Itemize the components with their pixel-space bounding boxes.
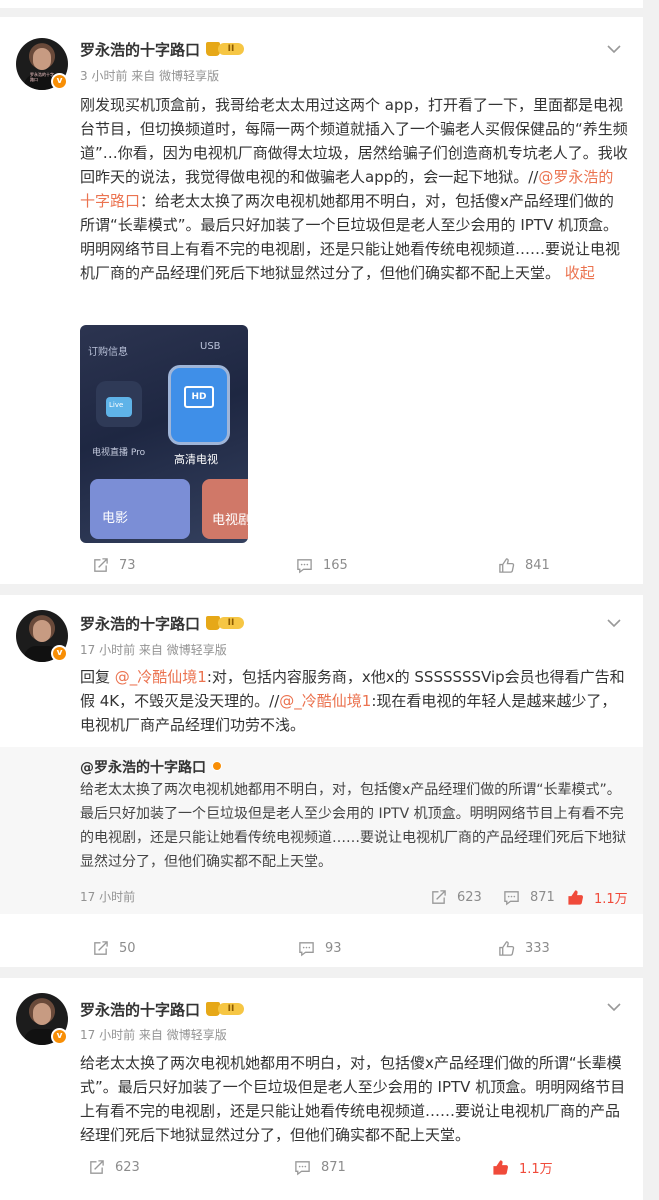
like-button[interactable]: 841	[498, 545, 550, 585]
post-source[interactable]: 微博轻享版	[159, 69, 219, 83]
quoted-like-button[interactable]: 1.1万	[567, 877, 628, 917]
thumbs-up-icon	[568, 889, 583, 905]
like-count: 333	[525, 940, 550, 956]
chevron-down-icon[interactable]	[606, 39, 622, 54]
comment-count: 165	[323, 557, 348, 573]
thumbs-up-icon	[493, 1159, 508, 1175]
hd-badge: HD	[184, 386, 214, 408]
member-crown-icon[interactable]: II	[206, 615, 244, 631]
author-name[interactable]: 罗永浩的十字路口	[80, 39, 200, 60]
image-tile-tv: 电视剧	[202, 479, 248, 539]
comment-icon	[297, 558, 312, 573]
member-level: II	[218, 43, 244, 55]
image-label-order: 订购信息	[88, 347, 128, 358]
member-level: II	[218, 617, 244, 629]
post-text: 回复 @_冷酷仙境1:对，包括内容服务商，x他x的 SSSSSSSVip会员也得…	[80, 665, 628, 737]
action-bar: 623 871 1.1万	[0, 1147, 643, 1187]
quoted-text: 给老太太换了两次电视机她都用不明白，对，包括傻x产品经理们做的所谓“长辈模式”。…	[80, 782, 626, 870]
source-prefix: 来自	[138, 1028, 163, 1042]
repost-icon	[94, 557, 108, 572]
mention-link[interactable]: @_冷酷仙境1	[115, 668, 207, 686]
previous-post-bottom	[0, 0, 643, 8]
comment-button[interactable]: 165	[296, 545, 348, 585]
like-count: 1.1万	[519, 1161, 553, 1177]
repost-button[interactable]: 623	[88, 1147, 140, 1187]
author-name[interactable]: 罗永浩的十字路口	[80, 999, 200, 1020]
post-time: 17 小时前	[80, 1028, 136, 1042]
repost-icon	[432, 889, 446, 904]
comment-count: 871	[530, 889, 555, 905]
thumbs-up-icon	[499, 940, 515, 956]
image-app2-label: 高清电视	[174, 453, 218, 466]
post-meta: 17 小时前 来自 微博轻享版	[80, 1026, 227, 1043]
member-crown-icon[interactable]: II	[206, 41, 244, 57]
post-meta: 17 小时前 来自 微博轻享版	[80, 641, 227, 658]
quoted-time: 17 小时前	[80, 890, 136, 904]
like-button[interactable]: 333	[498, 928, 550, 968]
mention-link[interactable]: @_冷酷仙境1	[279, 692, 371, 710]
repost-button[interactable]: 50	[92, 928, 136, 968]
tv-app-badge: Live	[109, 401, 124, 409]
verified-badge-icon: v	[51, 1028, 68, 1045]
repost-icon	[94, 940, 108, 955]
quoted-post[interactable]: @罗永浩的十字路口 给老太太换了两次电视机她都用不明白，对，包括傻x产品经理们做…	[0, 747, 643, 914]
post-time: 17 小时前	[80, 643, 136, 657]
comment-count: 871	[321, 1159, 346, 1175]
like-count: 841	[525, 557, 550, 573]
source-prefix: 来自	[131, 69, 156, 83]
quoted-comment-button[interactable]: 871	[503, 877, 555, 917]
post-card: v 罗永浩的十字路口 II 17 小时前 来自 微博轻享版 给老太太换了两次电视…	[0, 978, 643, 1200]
image-label-usb: USB	[200, 341, 221, 352]
thumbs-up-icon	[499, 557, 515, 573]
hd-app-icon: HD	[168, 365, 230, 445]
image-app1-label: 电视直播 Pro	[92, 448, 146, 458]
post-card: 罗永浩的十字路口 v 罗永浩的十字路口 II 3 小时前 来自 微博轻享版 刚发…	[0, 17, 643, 584]
comment-icon	[504, 890, 519, 905]
post-source[interactable]: 微博轻享版	[167, 643, 227, 657]
quoted-author[interactable]: @罗永浩的十字路口	[80, 757, 206, 777]
post-image[interactable]: 订购信息 USB Live HD 电视直播 Pro 高清电视 电影 电视剧	[80, 325, 248, 543]
source-prefix: 来自	[138, 643, 163, 657]
chevron-down-icon[interactable]	[606, 613, 622, 628]
comment-button[interactable]: 871	[294, 1147, 346, 1187]
like-button[interactable]: 1.1万	[492, 1147, 553, 1187]
repost-count: 623	[457, 889, 482, 905]
comment-icon	[295, 1160, 310, 1175]
action-bar: 73 165 841	[0, 545, 643, 585]
action-bar: 50 93 333	[0, 928, 643, 968]
comment-count: 93	[325, 940, 342, 956]
repost-button[interactable]: 73	[92, 545, 136, 585]
verified-badge-icon: v	[51, 73, 68, 90]
author-name[interactable]: 罗永浩的十字路口	[80, 613, 200, 634]
verified-badge-icon	[212, 761, 222, 771]
post-time: 3 小时前	[80, 69, 128, 83]
member-level: II	[218, 1003, 244, 1015]
repost-icon	[90, 1159, 104, 1174]
post-text-part: ：给老太太换了两次电视机她都用不明白，对，包括傻x产品经理们做的所谓“长辈模式”…	[80, 192, 621, 282]
collapse-link[interactable]: 收起	[565, 264, 595, 282]
post-source[interactable]: 微博轻享版	[167, 1028, 227, 1042]
like-count: 1.1万	[594, 891, 628, 907]
repost-count: 73	[119, 557, 136, 573]
image-tile-movie: 电影	[90, 479, 190, 539]
comment-button[interactable]: 93	[298, 928, 342, 968]
quoted-repost-button[interactable]: 623	[430, 877, 482, 917]
repost-count: 50	[119, 940, 136, 956]
reply-prefix: 回复	[80, 668, 115, 686]
post-text: 给老太太换了两次电视机她都用不明白，对，包括傻x产品经理们做的所谓“长辈模式”。…	[80, 1054, 626, 1144]
tv-app-icon: Live	[96, 381, 142, 427]
post-text: 刚发现买机顶盒前，我哥给老太太用过这两个 app，打开看了一下，里面都是电视台节…	[80, 93, 628, 285]
member-crown-icon[interactable]: II	[206, 1001, 244, 1017]
repost-count: 623	[115, 1159, 140, 1175]
tile-label: 电影	[102, 511, 129, 526]
post-card: v 罗永浩的十字路口 II 17 小时前 来自 微博轻享版 回复 @_冷酷仙境1…	[0, 595, 643, 967]
post-meta: 3 小时前 来自 微博轻享版	[80, 67, 219, 84]
chevron-down-icon[interactable]	[606, 997, 622, 1012]
comment-icon	[299, 941, 314, 956]
verified-badge-icon: v	[51, 645, 68, 662]
tile-label: 电视剧	[212, 513, 248, 528]
